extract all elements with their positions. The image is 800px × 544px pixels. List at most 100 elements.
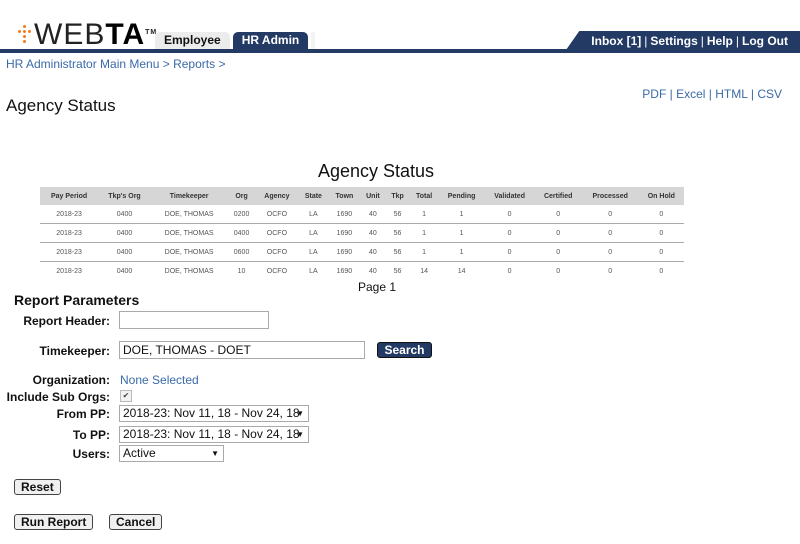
- report-parameters-heading: Report Parameters: [14, 292, 140, 308]
- breadcrumb: HR Administrator Main Menu > Reports >: [6, 57, 226, 71]
- column-header: Validated: [484, 187, 535, 205]
- from-pp-select[interactable]: 2018-23: Nov 11, 18 - Nov 24, 18 ▼: [119, 405, 309, 422]
- organization-select-link[interactable]: None Selected: [120, 373, 199, 387]
- table-cell: LA: [298, 242, 329, 262]
- table-cell: 14: [457, 267, 466, 275]
- table-cell: 0200: [227, 205, 256, 224]
- table-cell: 2018-23: [56, 267, 82, 275]
- export-html-link[interactable]: HTML: [715, 87, 747, 101]
- column-header: Tkp: [385, 187, 410, 205]
- table-cell: 40: [360, 242, 386, 262]
- inbox-link[interactable]: Inbox [1]: [591, 34, 641, 48]
- column-header: Org: [227, 187, 256, 205]
- table-cell: 1: [438, 223, 485, 243]
- table-cell: 0400: [98, 223, 151, 243]
- report-table: Pay Period Tkp's Org Timekeeper Org Agency St…: [40, 187, 684, 280]
- table-cell: 40: [360, 223, 386, 243]
- webta-logo: WEBTATM: [18, 20, 157, 50]
- table-cell: LA: [298, 205, 329, 224]
- table-cell: 1690: [328, 205, 361, 224]
- tab-employee[interactable]: Employee: [155, 32, 230, 49]
- header-divider: [0, 49, 800, 53]
- table-cell: 0: [638, 223, 684, 243]
- logo-text: WEBTATM: [34, 18, 158, 51]
- table-cell: 1: [438, 242, 485, 262]
- table-row: 2018-23 0400 DOE, THOMAS 0600 OCFO LA 1690 40 56…: [40, 242, 684, 262]
- checkmark-icon: ✔: [122, 391, 130, 400]
- table-cell: 0: [581, 223, 639, 243]
- table-cell: 1: [409, 205, 439, 224]
- export-csv-link[interactable]: CSV: [757, 87, 782, 101]
- run-report-button[interactable]: Run Report: [14, 514, 94, 530]
- table-cell: 1690: [328, 242, 361, 262]
- table-row: 2018-23 0400 DOE, THOMAS 10 OCFO LA 1690 40 56 14…: [40, 262, 684, 281]
- table-cell: OCFO: [255, 205, 299, 224]
- to-pp-label: To PP:: [72, 428, 110, 442]
- table-cell: 0: [638, 242, 684, 262]
- table-row: 2018-23 0400 DOE, THOMAS 0400 OCFO LA 1690 40 56…: [40, 223, 684, 243]
- page-indicator: Page 1: [358, 280, 397, 294]
- page-title: Agency Status: [6, 96, 116, 115]
- table-cell: 0: [534, 223, 582, 243]
- table-cell: 0400: [98, 205, 151, 224]
- table-cell: 0: [556, 267, 561, 275]
- cancel-button[interactable]: Cancel: [109, 514, 163, 530]
- breadcrumb-main-menu[interactable]: HR Administrator Main Menu: [6, 57, 159, 71]
- from-pp-label: From PP:: [56, 407, 110, 421]
- report-header-input[interactable]: [119, 311, 269, 329]
- logo-plus-icon: [18, 25, 32, 45]
- table-cell: 0400: [227, 223, 256, 243]
- table-row: 2018-23 0400 DOE, THOMAS 0200 OCFO LA 1690 40 56…: [40, 205, 684, 224]
- table-cell: 1: [409, 223, 439, 243]
- report-header-row: Pay Period Tkp's Org Timekeeper Org Agency St…: [40, 187, 684, 205]
- users-select[interactable]: Active ▼: [119, 445, 224, 462]
- help-link[interactable]: Help: [707, 34, 733, 48]
- column-header: Pay Period: [40, 187, 99, 205]
- report-title: Agency Status: [317, 161, 435, 181]
- table-cell: LA: [309, 267, 318, 275]
- table-cell: 56: [385, 242, 410, 262]
- table-cell: 1: [438, 205, 485, 224]
- column-header: Certified: [534, 187, 582, 205]
- table-cell: 0: [507, 267, 512, 275]
- settings-link[interactable]: Settings: [650, 34, 697, 48]
- table-cell: OCFO: [255, 242, 299, 262]
- table-cell: OCFO: [255, 223, 299, 243]
- table-cell: 0: [581, 205, 639, 224]
- column-header: Town: [328, 187, 361, 205]
- table-cell: 0: [484, 205, 535, 224]
- column-header: Processed: [581, 187, 639, 205]
- table-cell: 0: [638, 205, 684, 224]
- table-cell: 56: [385, 223, 410, 243]
- include-sub-orgs-checkbox[interactable]: ✔: [120, 390, 132, 402]
- export-excel-link[interactable]: Excel: [676, 87, 705, 101]
- column-header: Pending: [438, 187, 485, 205]
- table-cell: 56: [393, 267, 402, 275]
- dropdown-arrow-icon: ▼: [211, 449, 219, 458]
- table-cell: 14: [420, 267, 428, 275]
- logout-link[interactable]: Log Out: [742, 34, 788, 48]
- column-header: Timekeeper: [150, 187, 228, 205]
- column-header: Total: [409, 187, 439, 205]
- breadcrumb-reports[interactable]: Reports: [173, 57, 215, 71]
- to-pp-select[interactable]: 2018-23: Nov 11, 18 - Nov 24, 18 ▼: [119, 426, 309, 443]
- table-cell: OCFO: [266, 267, 288, 275]
- table-cell: 2018-23: [40, 223, 99, 243]
- timekeeper-label: Timekeeper:: [39, 344, 110, 358]
- table-cell: 1690: [328, 223, 361, 243]
- table-cell: 2018-23: [40, 205, 99, 224]
- dropdown-arrow-icon: ▼: [296, 409, 304, 418]
- table-cell: 0: [484, 242, 535, 262]
- user-nav: Inbox [1] | Settings | Help | Log Out: [565, 31, 800, 51]
- reset-button[interactable]: Reset: [14, 479, 61, 495]
- export-pdf-link[interactable]: PDF: [642, 87, 666, 101]
- table-cell: 40: [360, 205, 386, 224]
- table-cell: 0: [534, 242, 582, 262]
- timekeeper-input[interactable]: [119, 341, 365, 359]
- table-cell: 0400: [98, 242, 151, 262]
- column-header: Agency: [255, 187, 299, 205]
- search-button[interactable]: Search: [377, 342, 432, 358]
- tab-spacer: [311, 32, 316, 49]
- table-cell: 0: [534, 205, 582, 224]
- tab-hr-admin[interactable]: HR Admin: [232, 32, 309, 49]
